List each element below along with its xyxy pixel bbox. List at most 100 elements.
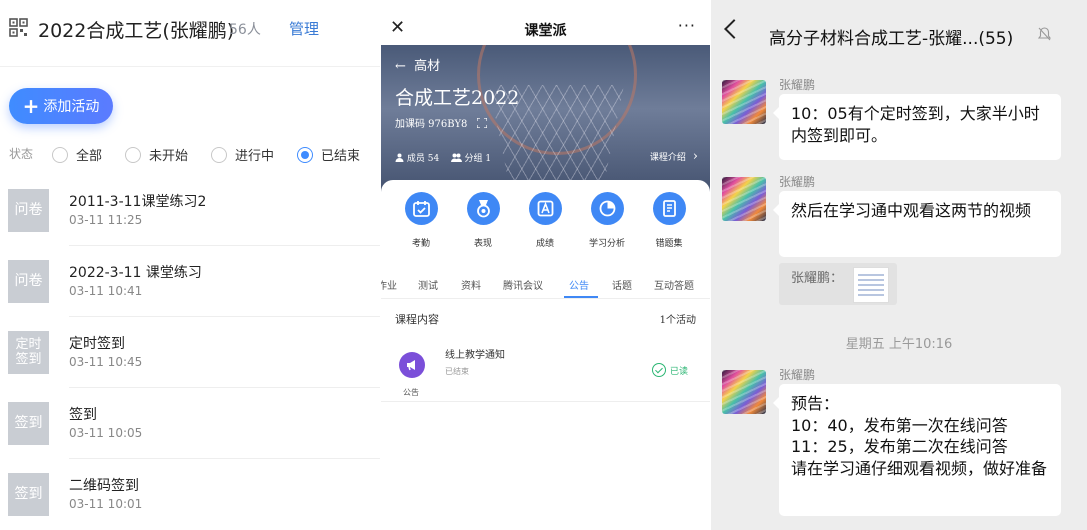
activity-name: 签到 bbox=[69, 407, 97, 423]
message-bubble[interactable]: 10：05有个定时签到，大家半小时内签到即可。 bbox=[773, 94, 1061, 160]
tab-test[interactable]: 测试 bbox=[418, 277, 438, 292]
activity-time: 03-11 11:25 bbox=[69, 213, 143, 227]
notice-title: 线上教学通知 bbox=[445, 350, 505, 361]
course-intro-link[interactable]: 课程介绍 › bbox=[650, 149, 698, 164]
status-filter: 状态 全部 未开始 进行中 已结束 bbox=[9, 145, 380, 165]
announcement-item[interactable]: 公告 线上教学通知 已结束 已读 bbox=[381, 332, 710, 402]
tool-grid: 考勤 表现 成绩 学习分析 错题集 bbox=[381, 192, 710, 262]
tool-grades[interactable]: 成绩 bbox=[515, 192, 575, 249]
filter-not-started[interactable]: 未开始 bbox=[125, 145, 188, 164]
section-count: 1个活动 bbox=[659, 315, 696, 326]
grade-icon bbox=[528, 192, 562, 225]
notice-status: 已结束 bbox=[445, 367, 469, 376]
message-bubble[interactable]: 然后在学习通中观看这两节的视频 bbox=[773, 191, 1061, 257]
activity-type-badge: 签到 bbox=[8, 402, 49, 445]
activity-panel: 2022合成工艺(张耀鹏) 56人 管理 + 添加活动 状态 全部 未开始 进行… bbox=[0, 0, 380, 530]
activity-time: 03-11 10:01 bbox=[69, 497, 143, 511]
member-count: 56人 bbox=[229, 22, 261, 38]
filter-all[interactable]: 全部 bbox=[52, 145, 102, 164]
plus-icon: + bbox=[22, 94, 40, 118]
activity-item[interactable]: 定时 签到 定时签到 03-11 10:45 bbox=[0, 317, 380, 388]
qr-code-icon[interactable] bbox=[9, 18, 28, 37]
chevron-right-icon: › bbox=[692, 149, 698, 164]
tool-attendance[interactable]: 考勤 bbox=[391, 192, 451, 249]
back-label: 高材 bbox=[414, 59, 441, 74]
quoted-image-thumbnail bbox=[853, 267, 889, 303]
filter-label: 全部 bbox=[76, 149, 103, 164]
content-section-header: 课程内容 1个活动 bbox=[381, 302, 710, 330]
members-count: 成员 54 bbox=[406, 154, 440, 164]
tab-interactive-qa[interactable]: 互动答题 bbox=[654, 277, 694, 292]
activity-item[interactable]: 问卷 2011-3-11课堂练习2 03-11 11:25 bbox=[0, 175, 380, 246]
activity-name: 定时签到 bbox=[69, 336, 125, 352]
medal-icon bbox=[466, 192, 500, 225]
check-circle-icon bbox=[651, 363, 666, 377]
avatar[interactable] bbox=[722, 370, 766, 414]
tab-tencent-meeting[interactable]: 腾讯会议 bbox=[503, 277, 543, 292]
course-title: 2022合成工艺(张耀鹏) bbox=[38, 20, 235, 42]
course-stats: 成员 54 分组 1 bbox=[395, 151, 491, 164]
tab-topics[interactable]: 话题 bbox=[612, 277, 632, 292]
tool-mistake-book[interactable]: 错题集 bbox=[639, 192, 699, 249]
tool-label: 学习分析 bbox=[588, 239, 625, 249]
app-title-bar: ✕ 课堂派 ··· bbox=[381, 14, 710, 45]
expand-icon[interactable] bbox=[475, 117, 488, 129]
course-header: 2022合成工艺(张耀鹏) 56人 管理 bbox=[0, 0, 380, 56]
member-icon bbox=[395, 153, 404, 162]
tool-learning-analysis[interactable]: 学习分析 bbox=[577, 192, 637, 249]
filter-in-progress[interactable]: 进行中 bbox=[211, 145, 274, 164]
radio-icon bbox=[125, 146, 141, 163]
mute-bell-icon bbox=[1038, 27, 1051, 41]
chat-timestamp: 星期五 上午10:16 bbox=[845, 337, 953, 352]
quoted-message[interactable]: 张耀鹏： bbox=[779, 263, 897, 305]
join-code-text: 加课码 976BY8 bbox=[395, 119, 468, 130]
tool-label: 成绩 bbox=[535, 239, 554, 249]
add-activity-button[interactable]: + 添加活动 bbox=[9, 88, 113, 124]
megaphone-icon bbox=[399, 352, 425, 378]
activity-item[interactable]: 签到 二维码签到 03-11 10:01 bbox=[0, 459, 380, 530]
activity-time: 03-11 10:45 bbox=[69, 355, 143, 369]
radio-icon bbox=[52, 146, 68, 163]
course-name: 合成工艺2022 bbox=[395, 87, 520, 109]
course-intro-label: 课程介绍 bbox=[649, 153, 686, 163]
content-tabs: 作业 测试 资料 腾讯会议 公告 话题 互动答题 bbox=[381, 271, 710, 299]
radio-selected-icon bbox=[297, 146, 313, 163]
more-options-icon[interactable]: ··· bbox=[678, 16, 696, 35]
tab-homework[interactable]: 作业 bbox=[381, 277, 397, 292]
activity-item[interactable]: 问卷 2022-3-11 课堂练习 03-11 10:41 bbox=[0, 246, 380, 317]
manage-link[interactable]: 管理 bbox=[289, 18, 319, 39]
active-tab-indicator bbox=[564, 296, 598, 298]
activity-type-badge: 问卷 bbox=[8, 260, 49, 303]
filter-label: 已结束 bbox=[321, 149, 361, 164]
notebook-icon bbox=[652, 192, 686, 225]
group-name: 高分子材料合成工艺-张耀...(55) bbox=[769, 29, 1014, 49]
activity-time: 03-11 10:05 bbox=[69, 426, 143, 440]
back-arrow-icon: ← bbox=[395, 59, 415, 74]
radio-icon bbox=[211, 146, 227, 163]
tool-performance[interactable]: 表现 bbox=[453, 192, 513, 249]
filter-ended[interactable]: 已结束 bbox=[297, 145, 360, 164]
chat-header: 高分子材料合成工艺-张耀...(55) bbox=[711, 0, 1087, 70]
join-code[interactable]: 加课码 976BY8 bbox=[395, 115, 488, 130]
tab-materials[interactable]: 资料 bbox=[461, 277, 481, 292]
tool-label: 考勤 bbox=[411, 239, 430, 249]
back-chevron-icon[interactable] bbox=[724, 19, 744, 39]
tool-label: 表现 bbox=[473, 239, 492, 249]
groups-count: 分组 1 bbox=[464, 154, 492, 164]
notice-type: 公告 bbox=[403, 388, 419, 397]
group-chat-panel: 高分子材料合成工艺-张耀...(55) 张耀鹏 10：05有个定时签到，大家半小… bbox=[711, 0, 1087, 530]
activity-type-badge: 定时 签到 bbox=[8, 331, 49, 374]
filter-label: 进行中 bbox=[235, 149, 275, 164]
filter-label: 未开始 bbox=[149, 149, 189, 164]
activity-item[interactable]: 签到 签到 03-11 10:05 bbox=[0, 388, 380, 459]
tool-label: 错题集 bbox=[655, 239, 683, 249]
activity-name: 2022-3-11 课堂练习 bbox=[69, 265, 202, 281]
avatar[interactable] bbox=[722, 80, 766, 124]
tab-announcements[interactable]: 公告 bbox=[569, 277, 589, 292]
avatar[interactable] bbox=[722, 177, 766, 221]
back-button[interactable]: ← 高材 bbox=[395, 55, 440, 74]
group-icon bbox=[450, 153, 462, 162]
app-title: 课堂派 bbox=[524, 23, 567, 39]
message-bubble[interactable]: 预告： 10：40，发布第一次在线问答 11：25，发布第二次在线问答 请在学习… bbox=[773, 384, 1061, 516]
calendar-icon bbox=[404, 192, 438, 225]
